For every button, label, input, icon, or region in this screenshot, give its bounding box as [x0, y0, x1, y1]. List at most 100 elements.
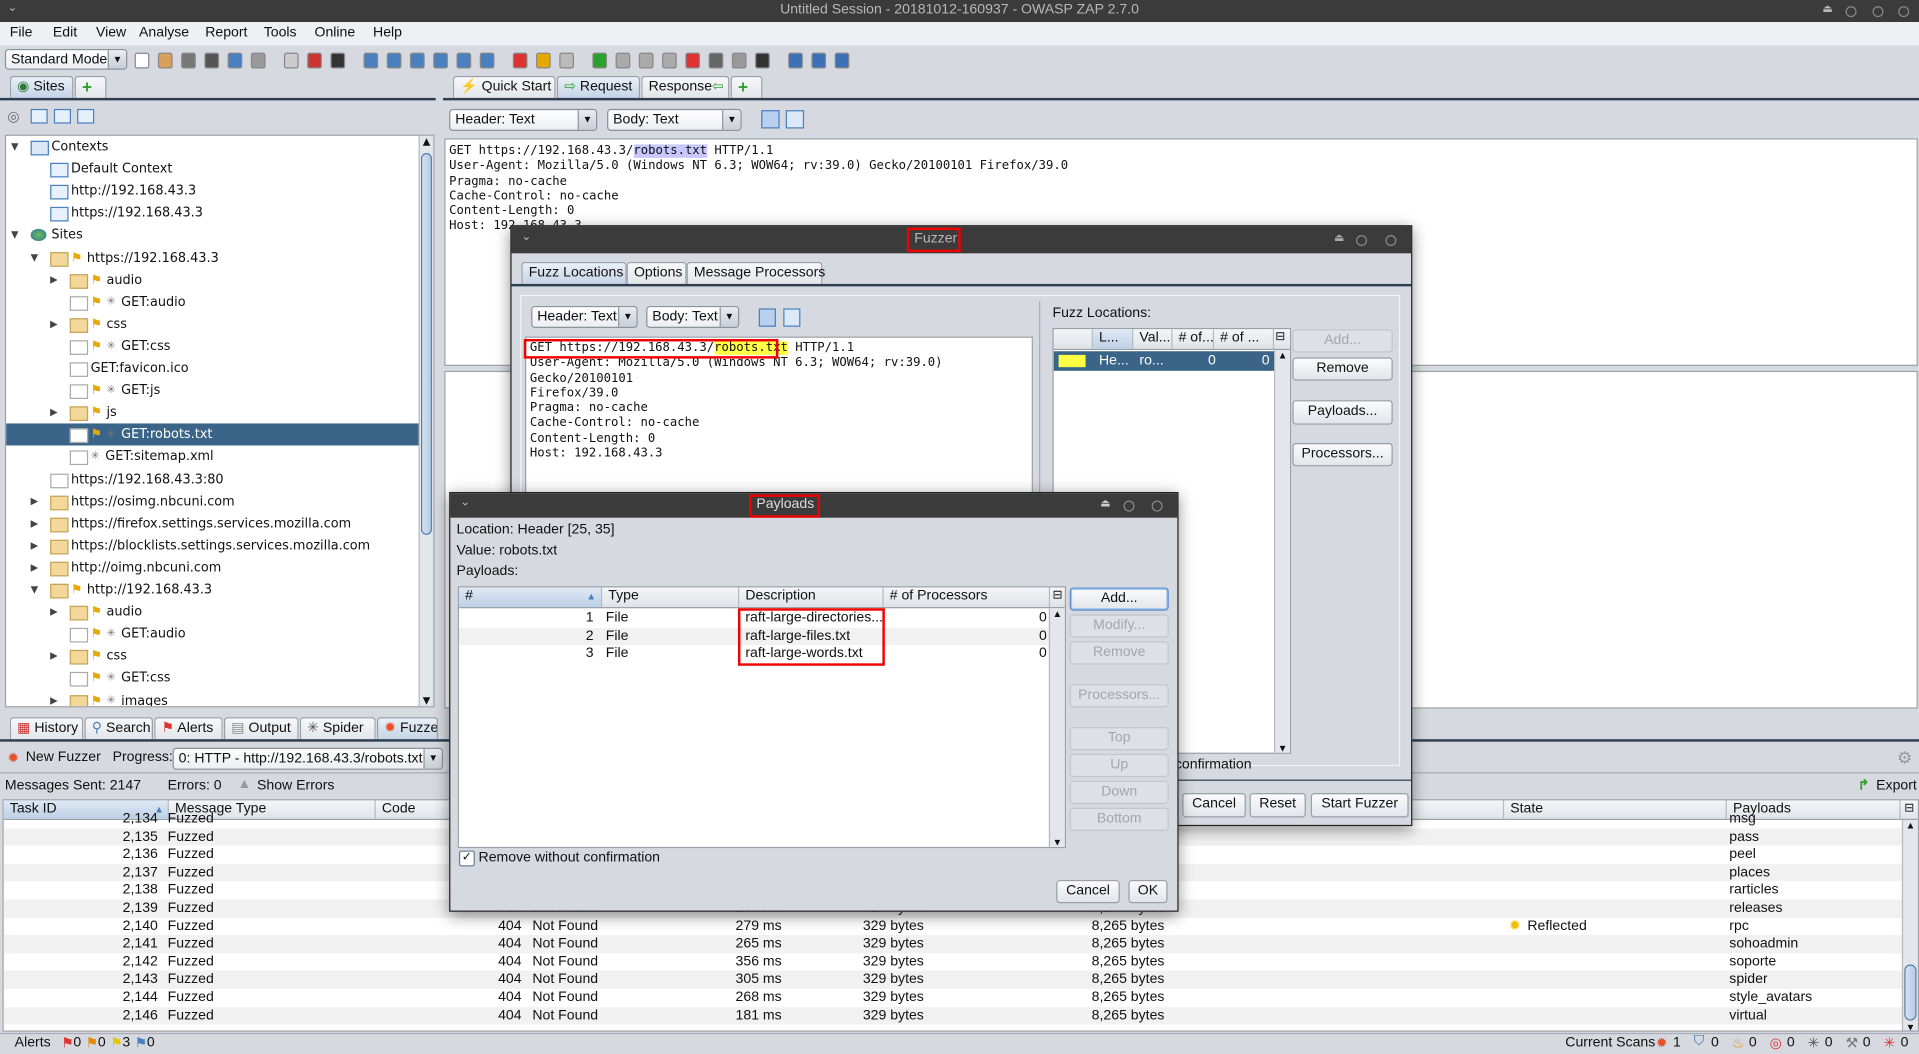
- options-icon[interactable]: [250, 52, 266, 69]
- header-view-select[interactable]: Header: Text ▼: [531, 305, 638, 328]
- modes-icon[interactable]: [512, 52, 528, 69]
- col-value[interactable]: Val...: [1133, 329, 1173, 349]
- header-view-select[interactable]: Header: Text ▼: [449, 108, 598, 131]
- console-icon[interactable]: [330, 52, 346, 69]
- bottom-button[interactable]: Bottom: [1069, 807, 1169, 831]
- tree-item[interactable]: https://192.168.43.3:80: [6, 468, 418, 490]
- tree-item[interactable]: ✳ GET:sitemap.xml: [6, 446, 418, 468]
- check-updates-icon[interactable]: [811, 52, 827, 69]
- tab-fuzz-locations[interactable]: Fuzz Locations: [521, 261, 627, 284]
- up-button[interactable]: Up: [1069, 753, 1169, 778]
- new-context-icon[interactable]: [30, 108, 48, 124]
- import-context-icon[interactable]: [53, 108, 71, 124]
- layout-tabs-icon[interactable]: [386, 52, 402, 69]
- col-processors[interactable]: # of Processors: [884, 587, 1051, 608]
- break-remove-icon[interactable]: [685, 52, 701, 69]
- tab-spider[interactable]: ✳ Spider: [299, 717, 376, 740]
- drop-icon[interactable]: [662, 52, 677, 69]
- col-location[interactable]: L...: [1092, 329, 1134, 349]
- tree-item[interactable]: ▶ ⚑ ✳ images: [6, 690, 418, 707]
- tree-item[interactable]: ▶ ⚑ audio: [6, 601, 418, 623]
- tree-item[interactable]: ⚑ ✳ GET:audio: [6, 623, 418, 645]
- proxy-icon[interactable]: [708, 52, 724, 69]
- results-scrollbar[interactable]: ▲ ▼: [1901, 819, 1918, 1031]
- tab-fuzzer[interactable]: ✹ Fuzzer: [376, 717, 439, 740]
- tree-item[interactable]: ⚑ ✳ GET:css: [6, 335, 418, 357]
- fuzz-location-row[interactable]: He... ro... 0 0: [1053, 351, 1276, 371]
- open-session-icon[interactable]: [157, 52, 173, 69]
- shade-icon[interactable]: ⏏: [1100, 497, 1110, 510]
- tree-item[interactable]: Default Context: [6, 158, 418, 180]
- menu-view[interactable]: View: [96, 26, 126, 41]
- collapsed-arrow-icon[interactable]: ▶: [31, 535, 39, 557]
- add-payload-button[interactable]: Add...: [1069, 587, 1169, 611]
- remove-without-confirmation-label[interactable]: Remove without confirmation: [479, 851, 660, 866]
- new-session-icon[interactable]: [134, 52, 150, 69]
- menu-analyse[interactable]: Analyse: [139, 26, 189, 41]
- tree-item[interactable]: ⚑ ✳ GET:js: [6, 380, 418, 402]
- expanded-arrow-icon[interactable]: ▼: [11, 136, 19, 158]
- tab-output[interactable]: ▤ Output: [223, 717, 299, 740]
- collapsed-arrow-icon[interactable]: ▶: [31, 512, 39, 534]
- step-icon[interactable]: [615, 52, 631, 69]
- menu-online[interactable]: Online: [315, 26, 356, 41]
- tree-item[interactable]: ⚑ ✳ GET:audio: [6, 291, 418, 313]
- column-chooser-icon[interactable]: ⊟: [1904, 802, 1914, 815]
- menu-help[interactable]: Help: [373, 26, 402, 41]
- tab-options[interactable]: Options: [626, 261, 687, 284]
- open-url-icon[interactable]: [283, 52, 299, 69]
- collapsed-arrow-icon[interactable]: ▶: [31, 557, 39, 579]
- remove-payload-button[interactable]: Remove: [1069, 641, 1169, 665]
- export-button[interactable]: Export: [1876, 778, 1917, 793]
- shade-icon[interactable]: ⏏: [1334, 231, 1344, 244]
- split-vertical-icon[interactable]: [785, 110, 805, 129]
- minimize-button[interactable]: [1123, 500, 1135, 512]
- export-context-icon[interactable]: [77, 108, 95, 124]
- table-row[interactable]: 2,140 Fuzzed 404 Not Found 279 ms 329 bytes 8,…: [4, 917, 1902, 935]
- tree-item[interactable]: GET:favicon.ico: [6, 357, 418, 379]
- tab-quick-start[interactable]: ⚡ Quick Start: [452, 75, 556, 98]
- help-icon[interactable]: [788, 52, 803, 69]
- tab-request[interactable]: ⇨ Request: [556, 75, 641, 98]
- tree-item[interactable]: ▶ http://oimg.nbcuni.com: [6, 557, 418, 579]
- remove-location-button[interactable]: Remove: [1292, 357, 1393, 381]
- tab-response[interactable]: Response⇦: [641, 75, 730, 98]
- show-tab2-icon[interactable]: [456, 52, 472, 69]
- expanded-arrow-icon[interactable]: ▼: [31, 579, 39, 601]
- tree-item[interactable]: ⚑ ✳ GET:css: [6, 667, 418, 689]
- tab-search[interactable]: ⚲ Search: [84, 717, 153, 740]
- split-horizontal-icon[interactable]: [761, 110, 780, 129]
- menu-file[interactable]: File: [10, 26, 33, 41]
- tree-item[interactable]: http://192.168.43.3: [6, 180, 418, 202]
- start-fuzzer-button[interactable]: Start Fuzzer: [1310, 793, 1409, 818]
- remove-without-confirmation-checkbox[interactable]: ✓: [458, 850, 475, 867]
- cancel-button[interactable]: Cancel: [1182, 793, 1246, 818]
- body-view-select[interactable]: Body: Text ▼: [607, 108, 742, 131]
- tree-item[interactable]: ▶ ⚑ audio: [6, 269, 418, 291]
- mode-select[interactable]: Standard Mode ▼: [4, 48, 128, 70]
- processors-button[interactable]: Processors...: [1069, 684, 1169, 708]
- remove-without-confirmation-label[interactable]: confirmation: [1175, 758, 1252, 773]
- window-menu-icon[interactable]: ⌄: [521, 230, 531, 243]
- menu-edit[interactable]: Edit: [53, 26, 77, 41]
- collapsed-arrow-icon[interactable]: ▶: [50, 402, 58, 424]
- scrollbar[interactable]: ▲ ▼: [1274, 350, 1290, 753]
- close-button[interactable]: [1385, 234, 1397, 246]
- tree-item[interactable]: ▼ ⚑ http://192.168.43.3: [6, 579, 418, 601]
- minimize-button[interactable]: [1356, 234, 1368, 246]
- scan-policy-icon[interactable]: [536, 52, 551, 69]
- progress-select[interactable]: 0: HTTP - http://192.168.43.3/robots.txt…: [172, 747, 444, 770]
- show-tab3-icon[interactable]: [479, 52, 495, 69]
- expanded-arrow-icon[interactable]: ▼: [11, 224, 19, 246]
- col-processors[interactable]: # of ...: [1214, 329, 1275, 349]
- tree-item[interactable]: ▶ ⚑ css: [6, 645, 418, 667]
- layout-full-icon[interactable]: [363, 52, 379, 69]
- col-payloads[interactable]: # of...: [1172, 329, 1215, 349]
- maximize-button[interactable]: [1872, 6, 1884, 18]
- gear-icon[interactable]: ⚙: [1897, 748, 1912, 769]
- add-location-button[interactable]: Add...: [1292, 329, 1393, 353]
- column-chooser-icon[interactable]: ⊟: [1275, 330, 1285, 343]
- scroll-thumb[interactable]: [421, 152, 433, 535]
- tab-sites[interactable]: ◉ Sites: [9, 75, 74, 98]
- tree-item[interactable]: ▶ https://firefox.settings.services.mozil…: [6, 512, 418, 534]
